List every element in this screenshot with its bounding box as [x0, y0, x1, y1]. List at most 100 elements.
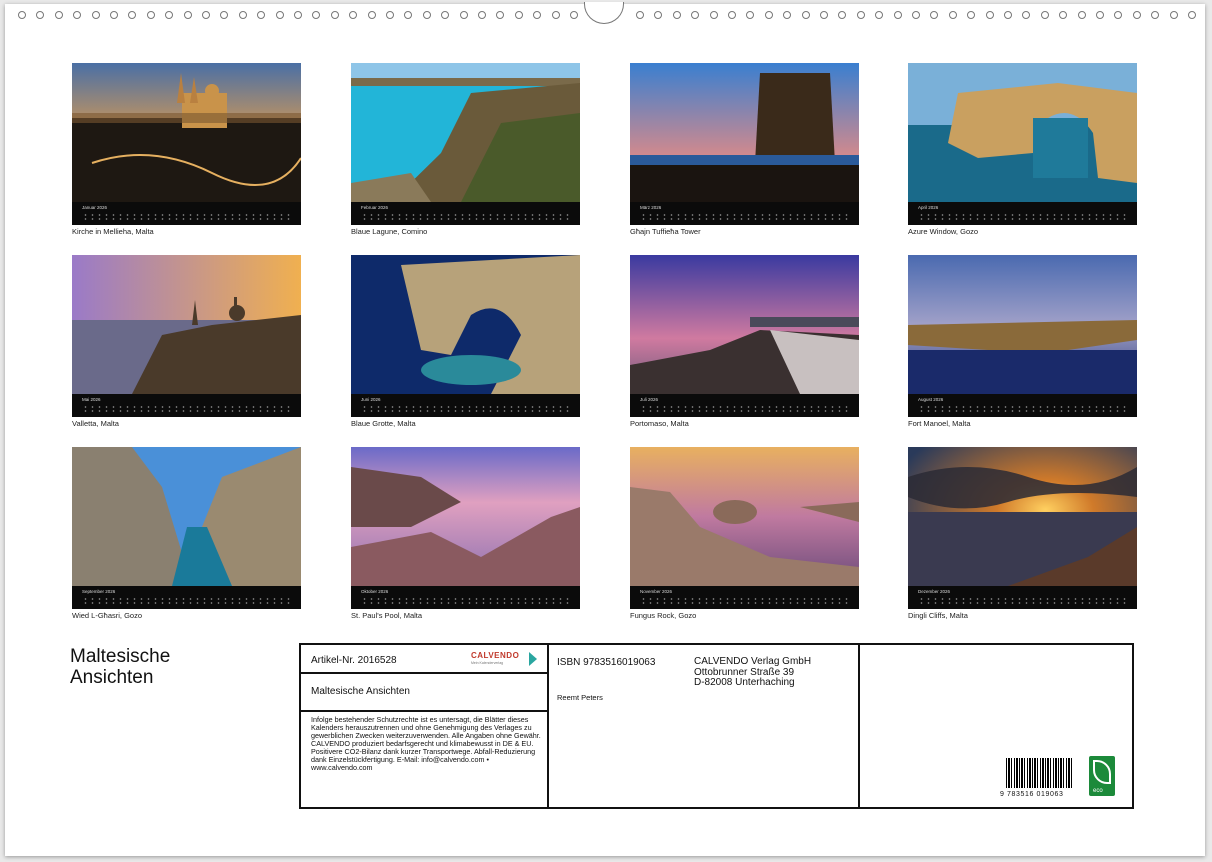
binding-ring [202, 11, 210, 19]
month-tile-september: September 2026 Wied L-Għasri, Gozo [72, 447, 301, 620]
title-line-2: Ansichten [70, 667, 154, 688]
binding-ring [312, 11, 320, 19]
binding-ring [294, 11, 302, 19]
binding-ring [1004, 11, 1012, 19]
binding-ring [728, 11, 736, 19]
binding-ring [36, 11, 44, 19]
month-label: Juli 2026 [640, 397, 659, 402]
month-tile-november: November 2026 Fungus Rock, Gozo [630, 447, 859, 620]
month-tile-may: Mai 2026 Valletta, Malta [72, 255, 301, 428]
binding-ring [515, 11, 523, 19]
month-label: Oktober 2026 [361, 589, 389, 594]
binding-ring [1188, 11, 1196, 19]
binding-ring [239, 11, 247, 19]
binding-ring [838, 11, 846, 19]
photo-fungus-rock [630, 447, 859, 586]
legal-notice: Infolge bestehender Schutzrechte ist es … [311, 715, 541, 772]
info-column-left: Artikel-Nr. 2016528 CALVENDO Mein Kalend… [301, 645, 549, 807]
photo-caption: St. Paul's Pool, Malta [351, 611, 423, 620]
binding-ring [92, 11, 100, 19]
calendar-strip: November 2026 [630, 586, 859, 609]
month-label: Dezember 2026 [918, 589, 951, 594]
binding-ring [1059, 11, 1067, 19]
photo-caption: Dingli Cliffs, Malta [908, 611, 968, 620]
publisher-line-1: CALVENDO Verlag GmbH [694, 656, 812, 667]
photo-portomaso [630, 255, 859, 394]
binding-ring [1041, 11, 1049, 19]
isbn: ISBN 9783516019063 [557, 657, 656, 668]
publisher-address: CALVENDO Verlag GmbH Ottobrunner Straße … [694, 656, 812, 689]
binding-ring [478, 11, 486, 19]
calendar-strip: Dezember 2026 [908, 586, 1137, 609]
binding-ring [636, 11, 644, 19]
photo-caption: Valletta, Malta [72, 419, 119, 428]
article-row: Artikel-Nr. 2016528 CALVENDO Mein Kalend… [301, 645, 547, 674]
barcode-bars [1006, 758, 1072, 788]
eco-leaf-icon: eco [1089, 756, 1115, 796]
month-tile-december: Dezember 2026 Dingli Cliffs, Malta [908, 447, 1137, 620]
binding-ring [552, 11, 560, 19]
product-title: Maltesische Ansichten [311, 686, 410, 697]
month-tile-january: Januar 2026 Kirche in Mellieha, Malta [72, 63, 301, 236]
title-line-1: Maltesische [70, 646, 171, 667]
binding-ring [673, 11, 681, 19]
binding-ring [986, 11, 994, 19]
photo-caption: Blaue Lagune, Comino [351, 227, 428, 236]
month-tile-april: April 2026 Azure Window, Gozo [908, 63, 1137, 236]
photo-caption: Blaue Grotte, Malta [351, 419, 416, 428]
binding-ring [496, 11, 504, 19]
logo-mark-icon [529, 652, 537, 666]
binding-ring [802, 11, 810, 19]
calendar-title: Maltesische Ansichten [70, 646, 170, 688]
binding-ring [165, 11, 173, 19]
binding-ring [1170, 11, 1178, 19]
calendar-strip: Oktober 2026 [351, 586, 580, 609]
binding-ring [423, 11, 431, 19]
binding-ring [857, 11, 865, 19]
binding-ring [18, 11, 26, 19]
month-label: August 2026 [918, 397, 944, 402]
binding-ring [1022, 11, 1030, 19]
binding-ring [73, 11, 81, 19]
binding-ring [184, 11, 192, 19]
calendar-strip: März 2026 [630, 202, 859, 225]
binding-ring [1151, 11, 1159, 19]
photo-caption: Għajn Tuffieħa Tower [630, 227, 701, 236]
binding-ring [783, 11, 791, 19]
photo-caption: Kirche in Mellieha, Malta [72, 227, 154, 236]
month-label: Juni 2026 [361, 397, 381, 402]
photo-blue-lagoon [351, 63, 580, 202]
barcode-number: 9 783516 019063 [1000, 791, 1064, 798]
binding-ring [404, 11, 412, 19]
month-tile-february: Februar 2026 Blaue Lagune, Comino [351, 63, 580, 236]
info-column-right: 9 783516 019063 eco [858, 645, 1132, 807]
photo-st-pauls-pool [351, 447, 580, 586]
photo-wied-l-ghasri [72, 447, 301, 586]
photo-ghajn-tuffieha-tower [630, 63, 859, 202]
binding-ring [1114, 11, 1122, 19]
binding-ring [220, 11, 228, 19]
binding-ring [967, 11, 975, 19]
product-title-row: Maltesische Ansichten [301, 674, 547, 712]
calendar-strip: August 2026 [908, 394, 1137, 417]
month-tile-august: August 2026 Fort Manoel, Malta [908, 255, 1137, 428]
binding-ring [349, 11, 357, 19]
binding-ring [1096, 11, 1104, 19]
barcode: 9 783516 019063 [1000, 758, 1072, 798]
photo-fort-manoel [908, 255, 1137, 394]
month-tile-october: Oktober 2026 St. Paul's Pool, Malta [351, 447, 580, 620]
author: Reemt Peters [557, 693, 603, 702]
binding-ring [691, 11, 699, 19]
logo-name: CALVENDO [471, 651, 520, 660]
binding-ring [654, 11, 662, 19]
calendar-strip: September 2026 [72, 586, 301, 609]
binding-ring [110, 11, 118, 19]
product-info-box: Artikel-Nr. 2016528 CALVENDO Mein Kalend… [299, 643, 1134, 809]
article-number: Artikel-Nr. 2016528 [311, 655, 397, 666]
binding-ring [368, 11, 376, 19]
calendar-strip: Januar 2026 [72, 202, 301, 225]
photo-caption: Azure Window, Gozo [908, 227, 979, 236]
binding-ring [55, 11, 63, 19]
info-column-middle: ISBN 9783516019063 Reemt Peters CALVENDO… [547, 645, 860, 807]
calendar-strip: Juli 2026 [630, 394, 859, 417]
